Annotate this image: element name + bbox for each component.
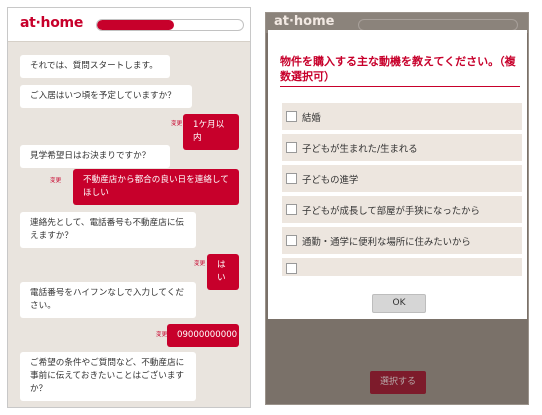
bot-message: それでは、質問スタートします。 [20, 55, 170, 78]
progress-bar [96, 19, 244, 31]
option-marriage[interactable]: 結婚 [282, 103, 522, 130]
chat-screen: at·home それでは、質問スタートします。 ご入居はいつ頃を予定していますか… [7, 7, 251, 408]
user-answer: 不動産店から都合の良い日を連絡してほしい [73, 169, 239, 205]
option-commute[interactable]: 通勤・通学に便利な場所に住みたいから [282, 227, 522, 254]
option-label: 子どもが生まれた/生まれる [302, 144, 418, 155]
question-modal: 物件を購入する主な動機を教えてください。（複数選択可） 結婚 子どもが生まれた/… [268, 30, 527, 319]
checkbox[interactable] [286, 173, 297, 184]
select-button[interactable]: 選択する [370, 371, 426, 394]
bot-message: ご希望の条件やご質問など、不動産店に事前に伝えておきたいことはございますか？ [20, 352, 196, 401]
bot-message: 連絡先として、電話番号も不動産店に伝えますか？ [20, 212, 196, 248]
athome-logo: at·home [20, 15, 84, 31]
option-label: 通勤・通学に便利な場所に住みたいから [302, 237, 471, 248]
change-link[interactable]: 変更 [171, 119, 182, 127]
header: at·home [8, 8, 250, 42]
user-answer: 1ケ月以内 [183, 114, 239, 150]
ok-button[interactable]: OK [372, 294, 426, 313]
option-label: 結婚 [302, 113, 321, 124]
option-room-small[interactable]: 子どもが成長して部屋が手狭になったから [282, 196, 522, 223]
bot-message: 電話番号をハイフンなしで入力してください。 [20, 282, 196, 318]
option-label: 子どもが成長して部屋が手狭になったから [302, 206, 480, 217]
change-link[interactable]: 変更 [50, 176, 61, 184]
user-answer: 09000000000 [167, 324, 239, 347]
title-divider [280, 86, 520, 87]
user-answer: はい [207, 254, 239, 290]
bot-message: ご入居はいつ頃を予定していますか？ [20, 85, 192, 108]
option-partial[interactable] [282, 258, 522, 276]
question-screen: at·home 物件を購入する主な動機を教えてください。（複数選択可） 結婚 子… [265, 12, 529, 405]
checkbox[interactable] [286, 235, 297, 246]
scroll-fade [268, 276, 527, 289]
option-label: 子どもの進学 [302, 175, 359, 186]
athome-logo: at·home [274, 14, 335, 29]
progress-fill [97, 20, 175, 30]
change-link[interactable]: 変更 [194, 259, 205, 267]
checkbox[interactable] [286, 263, 297, 274]
option-child-born[interactable]: 子どもが生まれた/生まれる [282, 134, 522, 161]
checkbox[interactable] [286, 111, 297, 122]
checkbox[interactable] [286, 142, 297, 153]
question-title: 物件を購入する主な動機を教えてください。（複数選択可） [280, 55, 516, 83]
option-child-school[interactable]: 子どもの進学 [282, 165, 522, 192]
chat-log: それでは、質問スタートします。 ご入居はいつ頃を予定していますか？ 変更 1ケ月… [8, 43, 250, 407]
checkbox[interactable] [286, 204, 297, 215]
change-link[interactable]: 変更 [156, 330, 167, 338]
bot-message: 見学希望日はお決まりですか？ [20, 145, 170, 168]
